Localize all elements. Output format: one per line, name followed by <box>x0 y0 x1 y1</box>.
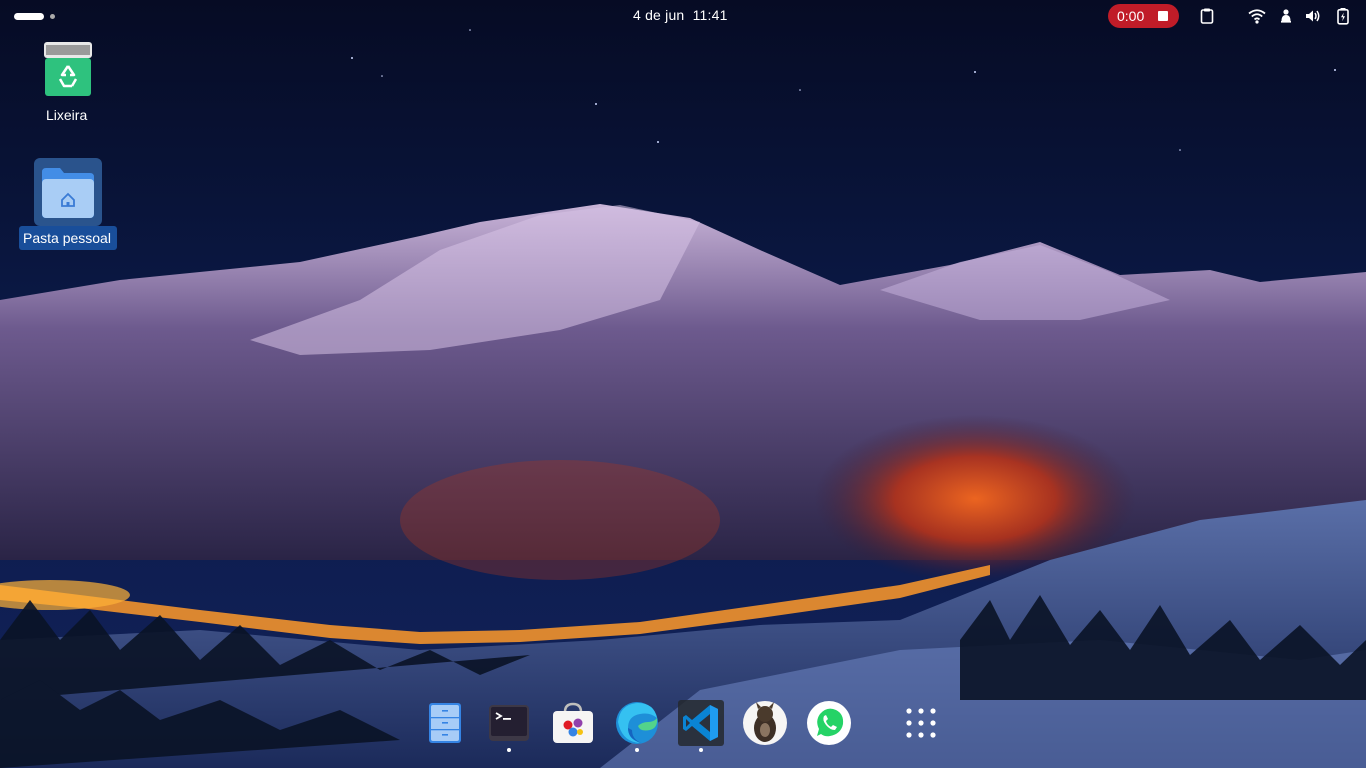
terminal-icon <box>489 705 529 741</box>
app-grid-icon <box>906 708 936 738</box>
running-indicator-terminal <box>507 748 511 752</box>
dock-app-avatar[interactable] <box>742 700 788 746</box>
dock-app-software[interactable] <box>550 700 596 746</box>
dock-app-edge[interactable] <box>614 700 660 746</box>
dock-app-files[interactable] <box>422 700 468 746</box>
workspace-active-pill <box>14 13 44 20</box>
workspace-dot <box>50 14 55 19</box>
vscode-icon <box>678 700 724 746</box>
top-bar: 4 de jun 11:41 0:00 <box>0 0 1366 32</box>
file-manager-icon <box>429 703 461 743</box>
dock <box>412 694 958 758</box>
stop-recording-icon[interactable] <box>1158 11 1168 21</box>
wifi-icon[interactable] <box>1248 7 1266 25</box>
running-indicator-vscode <box>699 748 703 752</box>
screen-recording-indicator[interactable]: 0:00 <box>1108 4 1179 28</box>
trash-label: Lixeira <box>46 107 88 123</box>
software-store-icon <box>553 702 593 743</box>
dock-app-whatsapp[interactable] <box>806 700 852 746</box>
home-folder-label: Pasta pessoal <box>23 230 111 246</box>
whatsapp-icon <box>807 701 851 745</box>
home-folder-label-highlight[interactable]: Pasta pessoal <box>19 226 117 250</box>
dock-app-terminal[interactable] <box>486 700 532 746</box>
battery-icon[interactable] <box>1334 7 1352 25</box>
running-indicator-edge <box>635 748 639 752</box>
recording-time: 0:00 <box>1117 8 1145 24</box>
trash-icon <box>44 42 92 96</box>
date-time-clock[interactable]: 4 de jun 11:41 <box>633 7 728 23</box>
edge-browser-icon <box>616 702 658 744</box>
desktop-wallpaper <box>0 0 1366 768</box>
animal-avatar-icon <box>743 701 787 745</box>
home-folder-icon <box>42 166 94 218</box>
desktop-icon-home-folder[interactable] <box>34 158 102 226</box>
volume-icon[interactable] <box>1304 7 1322 25</box>
clipboard-icon[interactable] <box>1198 7 1216 25</box>
notification-bell-icon[interactable] <box>1277 7 1295 25</box>
dock-show-apps[interactable] <box>898 700 944 746</box>
desktop-icon-trash[interactable]: Lixeira <box>22 38 114 128</box>
activities-indicator[interactable] <box>14 10 55 22</box>
dock-app-vscode[interactable] <box>678 700 724 746</box>
